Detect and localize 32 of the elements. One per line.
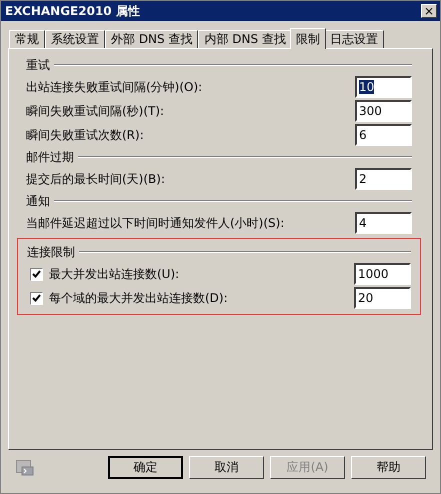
input-field[interactable]: 4: [355, 212, 412, 234]
tab[interactable]: 常规: [9, 30, 45, 48]
field-label: 瞬间失败重试次数(R):: [26, 126, 144, 144]
window-title: EXCHANGE2010 属性: [5, 2, 140, 20]
input-field[interactable]: 10: [355, 76, 412, 98]
checkbox[interactable]: [30, 268, 43, 280]
field-label: 瞬间失败重试间隔(秒)(T):: [26, 102, 164, 120]
input-field[interactable]: 2: [355, 168, 412, 190]
tab[interactable]: 日志设置: [324, 30, 384, 48]
group-title: 邮件过期: [26, 148, 74, 166]
dialog-button[interactable]: 确定: [108, 456, 183, 479]
input-field[interactable]: 300: [355, 100, 412, 122]
field-label: 每个域的最大并发出站连接数(D):: [49, 290, 228, 306]
field-label: 最大并发出站连接数(U):: [49, 266, 180, 282]
field-label: 提交后的最长时间(天)(B):: [26, 170, 166, 188]
group-title: 重试: [26, 56, 50, 74]
checkbox[interactable]: [30, 292, 43, 304]
group-title: 连接限制: [27, 244, 75, 260]
console-icon: [16, 460, 34, 476]
input-field[interactable]: 6: [355, 124, 412, 146]
input-field[interactable]: 20: [354, 287, 411, 309]
tab[interactable]: 外部 DNS 查找: [105, 30, 198, 48]
field-label: 当邮件延迟超过以下时间时通知发件人(小时)(S):: [26, 214, 284, 232]
tab[interactable]: 内部 DNS 查找: [198, 30, 292, 48]
close-button[interactable]: ×: [421, 4, 437, 18]
dialog-button[interactable]: 取消: [189, 456, 264, 479]
group-title: 通知: [26, 192, 50, 210]
tab[interactable]: 限制: [290, 28, 326, 49]
field-label: 出站连接失败重试间隔(分钟)(O):: [26, 78, 202, 96]
input-field[interactable]: 1000: [354, 263, 411, 285]
dialog-button[interactable]: 帮助: [351, 456, 426, 479]
tab[interactable]: 系统设置: [45, 30, 105, 48]
